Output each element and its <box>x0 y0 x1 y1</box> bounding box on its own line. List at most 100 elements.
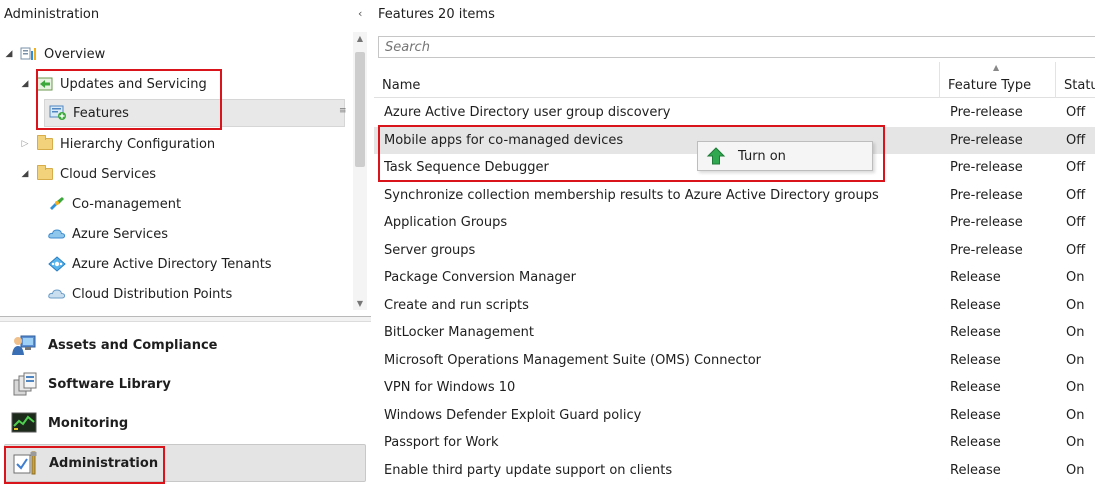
workspace-software-library[interactable]: Software Library <box>4 365 366 403</box>
co-management-icon <box>48 196 66 212</box>
tree-item-label: Cloud Distribution Points <box>72 286 233 302</box>
cell-feature-type: Release <box>950 435 1001 451</box>
collapse-pane-button[interactable]: ‹ <box>358 7 362 20</box>
item-count: 20 items <box>438 7 495 22</box>
azure-ad-icon <box>48 256 66 272</box>
table-row[interactable]: Enable third party update support on cli… <box>374 457 1095 485</box>
cell-feature-type: Release <box>950 325 1001 341</box>
cell-feature-name: Windows Defender Exploit Guard policy <box>384 407 642 423</box>
sort-ascending-icon: ▲ <box>993 63 1000 72</box>
column-header-status[interactable]: Status <box>1056 62 1095 98</box>
workspace-label: Monitoring <box>48 415 129 431</box>
cell-feature-type: Pre-release <box>950 242 1023 258</box>
column-header-name[interactable]: Name <box>374 62 940 98</box>
cell-feature-type: Pre-release <box>950 160 1023 176</box>
cell-feature-name: Passport for Work <box>384 435 499 451</box>
cell-feature-name: BitLocker Management <box>384 325 534 341</box>
workspace-label: Assets and Compliance <box>48 337 218 353</box>
tree-item-aad-tenants[interactable]: Azure Active Directory Tenants <box>48 250 272 278</box>
tree-item-cloud-distribution-points[interactable]: Cloud Distribution Points <box>48 280 232 308</box>
administration-icon <box>11 450 39 476</box>
navigation-pane-title: Administration <box>4 7 100 22</box>
folder-icon <box>36 135 54 152</box>
expanded-arrow-icon[interactable]: ◢ <box>20 169 30 179</box>
scroll-up-icon[interactable]: ▲ <box>353 34 367 43</box>
table-row[interactable]: Microsoft Operations Management Suite (O… <box>374 347 1095 375</box>
cell-status: Off <box>1066 160 1086 176</box>
cell-feature-type: Release <box>950 380 1001 396</box>
table-row[interactable]: Synchronize collection membership result… <box>374 182 1095 210</box>
cell-status: On <box>1066 325 1085 341</box>
cell-status: On <box>1066 462 1085 478</box>
scroll-down-icon[interactable]: ▼ <box>353 299 367 308</box>
list-title: Features <box>378 7 434 22</box>
tree-item-label: Cloud Services <box>60 166 157 182</box>
tree-item-label: Hierarchy Configuration <box>60 136 216 152</box>
cell-feature-name: Application Groups <box>384 215 508 231</box>
cell-feature-name: Synchronize collection membership result… <box>384 187 879 203</box>
cell-feature-type: Release <box>950 407 1001 423</box>
expanded-arrow-icon[interactable]: ◢ <box>4 49 14 59</box>
navigation-pane: Administration ‹ ◢ Overview ◢ Updates an… <box>0 0 371 486</box>
cell-feature-type: Pre-release <box>950 187 1023 203</box>
cell-feature-name: Azure Active Directory user group discov… <box>384 105 671 121</box>
scrollbar-thumb[interactable] <box>355 52 365 167</box>
navigation-tree: ◢ Overview ◢ Updates and Servicing Featu… <box>0 32 352 310</box>
tree-item-co-management[interactable]: Co-management <box>48 190 181 218</box>
workspace-monitoring[interactable]: Monitoring <box>4 404 366 442</box>
table-row[interactable]: Passport for Work Release On <box>374 429 1095 457</box>
cell-feature-name: Package Conversion Manager <box>384 270 577 286</box>
features-icon <box>49 105 67 121</box>
tree-item-hierarchy-configuration[interactable]: ▷ Hierarchy Configuration <box>20 130 215 158</box>
search-input[interactable] <box>378 36 1095 58</box>
tree-item-azure-services[interactable]: Azure Services <box>48 220 168 248</box>
cell-status: Off <box>1066 242 1086 258</box>
list-header: Features 20 items <box>378 0 495 30</box>
tree-item-cloud-services[interactable]: ◢ Cloud Services <box>20 160 156 188</box>
table-row[interactable]: Package Conversion Manager Release On <box>374 264 1095 292</box>
tree-item-label: Overview <box>44 46 106 62</box>
cell-status: Off <box>1066 215 1086 231</box>
overview-icon <box>20 46 38 62</box>
collapsed-arrow-icon[interactable]: ▷ <box>20 139 30 149</box>
table-row[interactable]: Windows Defender Exploit Guard policy Rel… <box>374 402 1095 430</box>
cell-status: On <box>1066 270 1085 286</box>
folder-icon <box>36 165 54 182</box>
table-row[interactable]: Server groups Pre-release Off <box>374 237 1095 265</box>
cell-status: On <box>1066 407 1085 423</box>
pane-splitter[interactable] <box>0 316 371 322</box>
workspace-administration[interactable]: Administration <box>4 444 366 482</box>
table-row[interactable]: Create and run scripts Release On <box>374 292 1095 320</box>
cell-feature-name: Server groups <box>384 242 476 258</box>
cell-status: Off <box>1066 105 1086 121</box>
table-row[interactable]: Application Groups Pre-release Off <box>374 209 1095 237</box>
tree-item-overview[interactable]: ◢ Overview <box>4 40 106 68</box>
cell-feature-type: Pre-release <box>950 132 1023 148</box>
column-headers: Name Feature Type Status <box>374 62 1095 98</box>
cell-feature-name: VPN for Windows 10 <box>384 380 516 396</box>
cell-feature-type: Release <box>950 297 1001 313</box>
table-row[interactable]: BitLocker Management Release On <box>374 319 1095 347</box>
cell-status: Off <box>1066 187 1086 203</box>
cell-status: On <box>1066 352 1085 368</box>
cloud-icon <box>48 226 66 242</box>
software-library-icon <box>10 371 38 397</box>
cell-feature-name: Microsoft Operations Management Suite (O… <box>384 352 762 368</box>
green-up-arrow-icon <box>706 146 726 166</box>
workspace-assets-and-compliance[interactable]: Assets and Compliance <box>4 326 366 364</box>
context-menu: Turn on <box>697 141 873 171</box>
cell-feature-name: Create and run scripts <box>384 297 529 313</box>
cell-status: On <box>1066 297 1085 313</box>
tree-item-updates-and-servicing[interactable]: ◢ Updates and Servicing <box>20 70 207 98</box>
tree-item-label: Co-management <box>72 196 182 212</box>
table-row[interactable]: VPN for Windows 10 Release On <box>374 374 1095 402</box>
cell-status: Off <box>1066 132 1086 148</box>
context-menu-turn-on[interactable]: Turn on <box>738 149 786 164</box>
expanded-arrow-icon[interactable]: ◢ <box>20 79 30 89</box>
tree-scrollbar[interactable]: ▲ ▼ <box>353 32 367 310</box>
cloud-icon <box>48 286 66 302</box>
monitoring-icon <box>10 410 38 436</box>
workspace-label: Administration <box>49 455 159 471</box>
tree-item-features[interactable]: Features <box>44 99 345 127</box>
table-row[interactable]: Azure Active Directory user group discov… <box>374 99 1095 127</box>
